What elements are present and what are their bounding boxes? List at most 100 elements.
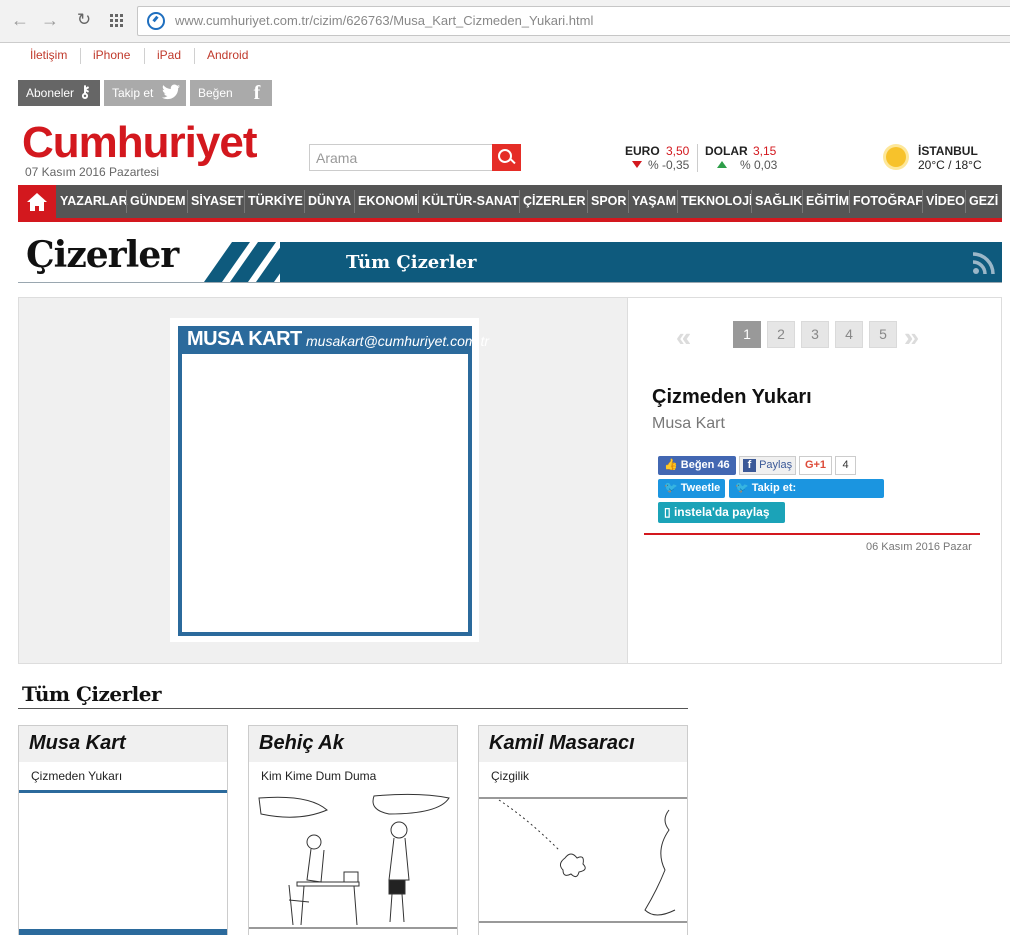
thumb-border bbox=[19, 790, 227, 793]
page-button-2[interactable]: 2 bbox=[767, 321, 795, 348]
nav-item-14[interactable]: FOTOĞRAF bbox=[850, 185, 926, 218]
begen-button[interactable]: Beğen f bbox=[190, 80, 272, 106]
fb-like-button[interactable]: 👍 Beğen 46 bbox=[658, 456, 736, 475]
last-page-icon[interactable]: ›» bbox=[904, 322, 919, 353]
nav-item-9[interactable]: SPOR bbox=[588, 185, 629, 218]
nav-underline bbox=[18, 218, 1002, 222]
cartoon-artist: MUSA KART bbox=[187, 328, 302, 350]
cartoon-sketch bbox=[479, 797, 687, 923]
card-cartoon-title[interactable]: Çizgilik bbox=[491, 769, 529, 783]
article-author[interactable]: Musa Kart bbox=[652, 415, 725, 433]
nav-divider bbox=[751, 190, 752, 213]
down-arrow-icon bbox=[632, 161, 642, 168]
artist-card[interactable]: Kamil Masaracı Çizgilik bbox=[478, 725, 688, 935]
home-icon bbox=[27, 193, 47, 202]
begen-label: Beğen bbox=[198, 86, 233, 100]
address-bar[interactable]: www.cumhuriyet.com.tr/cizim/626763/Musa_… bbox=[137, 6, 1010, 36]
section-bar-title[interactable]: Tüm Çizerler bbox=[346, 252, 477, 273]
card-artist-name[interactable]: Kamil Masaracı bbox=[489, 732, 635, 755]
nav-divider bbox=[304, 190, 305, 213]
nav-item-8[interactable]: ÇİZERLER bbox=[520, 185, 589, 218]
page-button-1[interactable]: 1 bbox=[733, 321, 761, 348]
nav-divider bbox=[587, 190, 588, 213]
forward-icon[interactable]: → bbox=[40, 10, 60, 30]
card-cartoon-title[interactable]: Çizmeden Yukarı bbox=[31, 769, 122, 783]
card-thumbnail[interactable] bbox=[479, 790, 687, 935]
nav-item-7[interactable]: KÜLTÜR-SANAT bbox=[419, 185, 522, 218]
nav-item-13[interactable]: EĞİTİM bbox=[803, 185, 852, 218]
nav-item-2[interactable]: GÜNDEM bbox=[127, 185, 189, 218]
nav-divider bbox=[519, 190, 520, 213]
euro-value: 3,50 bbox=[666, 144, 690, 158]
page-button-5[interactable]: 5 bbox=[869, 321, 897, 348]
rss-icon[interactable] bbox=[972, 251, 996, 275]
twitter-icon: 🐦 bbox=[735, 482, 749, 494]
nav-item-3[interactable]: SİYASET bbox=[188, 185, 246, 218]
all-artists-title: Tüm Çizerler bbox=[22, 682, 162, 706]
cartoon-sketch bbox=[249, 793, 457, 929]
artist-card[interactable]: Behiç Ak Kim Kime Dum Duma bbox=[248, 725, 458, 935]
tweet-button[interactable]: 🐦 Tweetle bbox=[658, 479, 725, 498]
instela-button[interactable]: ▯ instela'da paylaş bbox=[658, 502, 785, 523]
card-cartoon-title[interactable]: Kim Kime Dum Duma bbox=[261, 769, 376, 783]
page-button-3[interactable]: 3 bbox=[801, 321, 829, 348]
nav-item-1[interactable]: YAZARLAR bbox=[57, 185, 131, 218]
toplink-android[interactable]: Android bbox=[207, 48, 248, 62]
home-icon-door bbox=[35, 206, 39, 211]
weather-temp: 20°C / 18°C bbox=[918, 158, 982, 172]
nav-divider bbox=[802, 190, 803, 213]
site-logo[interactable]: Cumhuriyet bbox=[22, 118, 257, 168]
cartoon-image[interactable] bbox=[178, 326, 472, 636]
toplink-iletisim[interactable]: İletişim bbox=[30, 48, 67, 62]
reload-icon[interactable]: ↻ bbox=[74, 10, 94, 30]
compass-icon bbox=[147, 12, 165, 30]
up-arrow-icon bbox=[717, 161, 727, 168]
nav-divider bbox=[922, 190, 923, 213]
back-icon[interactable]: ← bbox=[10, 10, 30, 30]
nav-item-12[interactable]: SAĞLIK bbox=[752, 185, 805, 218]
fb-like-label: Beğen 46 bbox=[680, 459, 730, 471]
follow-button[interactable]: 🐦 Takip et: @cumhuriyetgzt bbox=[729, 479, 884, 513]
nav-item-10[interactable]: YAŞAM bbox=[629, 185, 679, 218]
fb-share-label: Paylaş bbox=[759, 459, 793, 471]
artist-card[interactable]: Musa Kart Çizmeden Yukarı bbox=[18, 725, 228, 935]
home-button[interactable] bbox=[18, 185, 56, 222]
aboneler-button[interactable]: Aboneler ⚷ bbox=[18, 80, 100, 106]
card-thumbnail[interactable] bbox=[249, 790, 457, 935]
card-thumbnail[interactable] bbox=[19, 790, 227, 935]
card-artist-name[interactable]: Behiç Ak bbox=[259, 732, 344, 755]
section-title: Çizerler bbox=[26, 234, 179, 276]
toplink-ipad[interactable]: iPad bbox=[157, 48, 181, 62]
nav-item-5[interactable]: DÜNYA bbox=[305, 185, 354, 218]
dolar-change: % 0,03 bbox=[740, 158, 778, 172]
all-artists-divider bbox=[18, 708, 688, 709]
search-input[interactable]: Arama bbox=[309, 144, 493, 171]
nav-item-6[interactable]: EKONOMİ bbox=[355, 185, 421, 218]
card-artist-name[interactable]: Musa Kart bbox=[29, 732, 126, 755]
url-domain: www.cumhuriyet.com.tr bbox=[175, 13, 310, 28]
instela-label: instela'da paylaş bbox=[673, 505, 770, 519]
nav-divider bbox=[677, 190, 678, 213]
divider bbox=[194, 48, 195, 64]
takip-button[interactable]: Takip et bbox=[104, 80, 186, 106]
euro-label: EURO bbox=[625, 144, 660, 158]
toplink-iphone[interactable]: iPhone bbox=[93, 48, 130, 62]
apps-icon[interactable] bbox=[110, 14, 124, 28]
nav-divider bbox=[849, 190, 850, 213]
nav-divider bbox=[965, 190, 966, 213]
gplus-button[interactable]: G+1 bbox=[799, 456, 832, 475]
divider bbox=[80, 48, 81, 64]
fb-share-button[interactable]: f Paylaş bbox=[739, 456, 796, 475]
instela-icon: ▯ bbox=[664, 505, 671, 519]
nav-item-4[interactable]: TÜRKİYE bbox=[245, 185, 306, 218]
page-button-4[interactable]: 4 bbox=[835, 321, 863, 348]
nav-item-15[interactable]: VİDEO bbox=[923, 185, 968, 218]
nav-item-11[interactable]: TEKNOLOJİ bbox=[678, 185, 756, 218]
nav-item-16[interactable]: GEZİ bbox=[966, 185, 1001, 218]
search-button[interactable] bbox=[492, 144, 521, 171]
tweet-label: Tweetle bbox=[680, 482, 721, 494]
cartoon-email: musakart@cumhuriyet.com.tr bbox=[306, 333, 490, 349]
first-page-icon[interactable]: «‹ bbox=[676, 322, 691, 353]
euro-change: % -0,35 bbox=[648, 158, 690, 172]
url-path: /cizim/626763/Musa_Kart_Cizmeden_Yukari.… bbox=[309, 13, 594, 28]
